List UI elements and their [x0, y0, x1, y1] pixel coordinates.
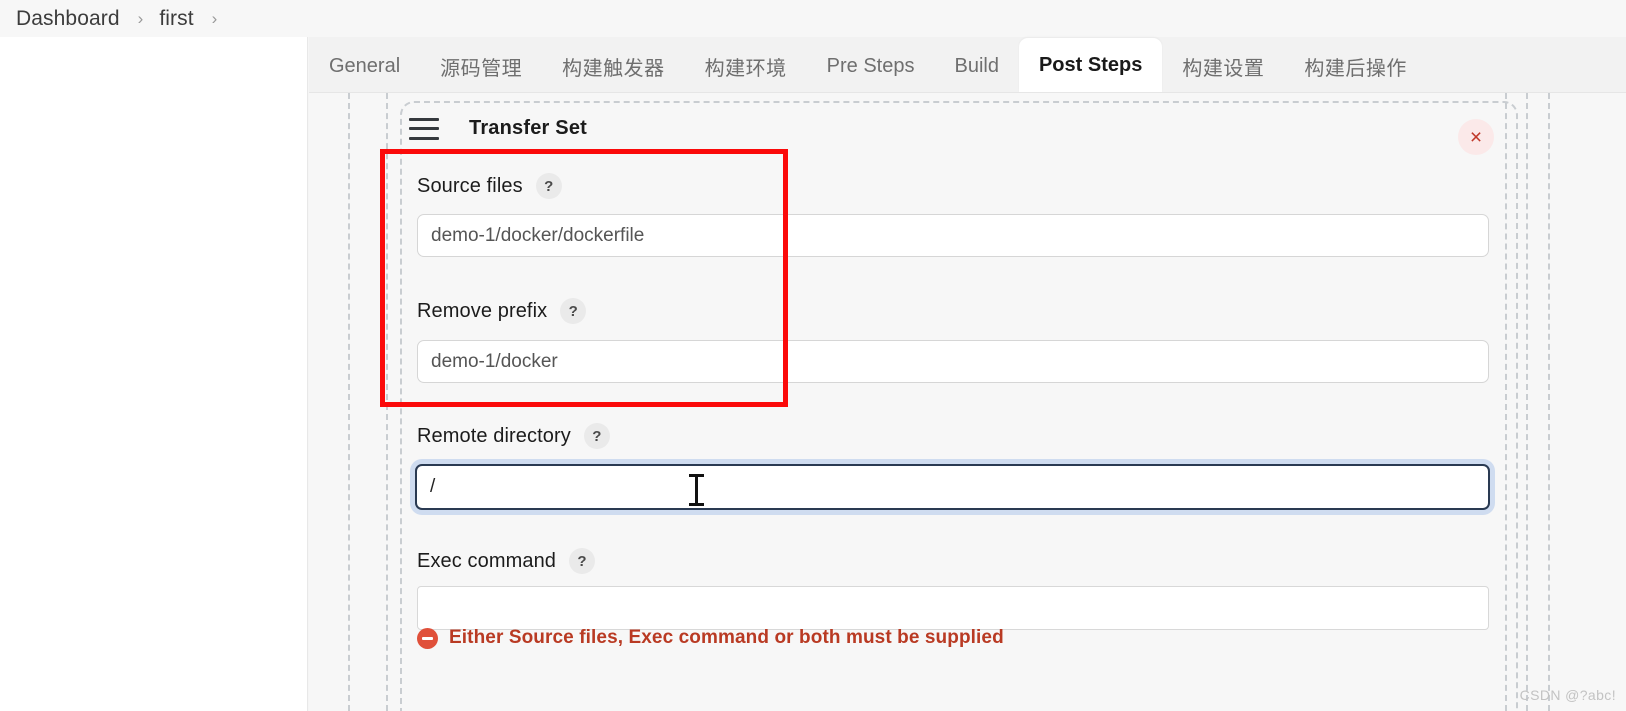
remove-prefix-label: Remove prefix [417, 299, 548, 322]
no-entry-icon [417, 627, 438, 649]
watermark: CSDN @?abc! [1519, 687, 1616, 703]
tab-source-code-management[interactable]: 源码管理 [420, 40, 542, 92]
tab-post-steps[interactable]: Post Steps [1018, 38, 1163, 92]
tab-build-settings[interactable]: 构建设置 [1162, 40, 1284, 92]
breadcrumb-item-dashboard[interactable]: Dashboard [14, 7, 122, 31]
config-tabs: General 源码管理 构建触发器 构建环境 Pre Steps Build … [309, 37, 1626, 93]
breadcrumb-separator-icon-2: › [211, 9, 218, 28]
tab-pre-steps[interactable]: Pre Steps [807, 40, 935, 92]
source-files-help-icon[interactable]: ? [535, 173, 562, 199]
close-icon[interactable]: × [1458, 119, 1494, 155]
breadcrumb: Dashboard › first › [0, 0, 1626, 37]
source-files-label-row: Source files ? [417, 173, 562, 199]
guide-line-1 [348, 93, 350, 711]
guide-line-2 [386, 93, 388, 711]
guide-line-5 [1548, 93, 1550, 711]
hamburger-drag-icon[interactable] [409, 117, 439, 140]
remote-directory-input[interactable] [415, 464, 1490, 510]
remove-prefix-input[interactable] [417, 340, 1489, 383]
tab-general[interactable]: General [309, 40, 420, 92]
guide-line-4 [1526, 93, 1528, 711]
breadcrumb-separator-icon: › [137, 9, 144, 28]
remote-directory-label: Remote directory [417, 424, 571, 447]
panel-title: Transfer Set [469, 117, 588, 139]
remove-prefix-help-icon[interactable]: ? [560, 298, 587, 324]
transfer-set-header: Transfer Set [409, 117, 587, 140]
tab-build[interactable]: Build [934, 40, 1018, 92]
breadcrumb-item-first[interactable]: first [157, 7, 195, 31]
exec-command-textarea[interactable] [417, 586, 1489, 630]
remote-directory-label-row: Remote directory ? [417, 423, 610, 449]
exec-command-help-icon[interactable]: ? [569, 548, 596, 574]
exec-command-label: Exec command [417, 549, 557, 572]
tab-post-build-actions[interactable]: 构建后操作 [1284, 40, 1427, 92]
tab-build-environment[interactable]: 构建环境 [685, 40, 807, 92]
validation-error: Either Source files, Exec command or bot… [417, 627, 1004, 649]
remove-prefix-label-row: Remove prefix ? [417, 298, 587, 324]
source-files-label: Source files [417, 174, 523, 197]
exec-command-label-row: Exec command ? [417, 548, 596, 574]
app-window: Dashboard › first › General 源码管理 构建触发器 构… [0, 0, 1626, 711]
tab-build-triggers[interactable]: 构建触发器 [542, 40, 685, 92]
sidebar [0, 37, 308, 711]
validation-error-text: Either Source files, Exec command or bot… [449, 627, 1004, 648]
remote-directory-help-icon[interactable]: ? [583, 423, 610, 449]
source-files-input[interactable] [417, 214, 1489, 257]
